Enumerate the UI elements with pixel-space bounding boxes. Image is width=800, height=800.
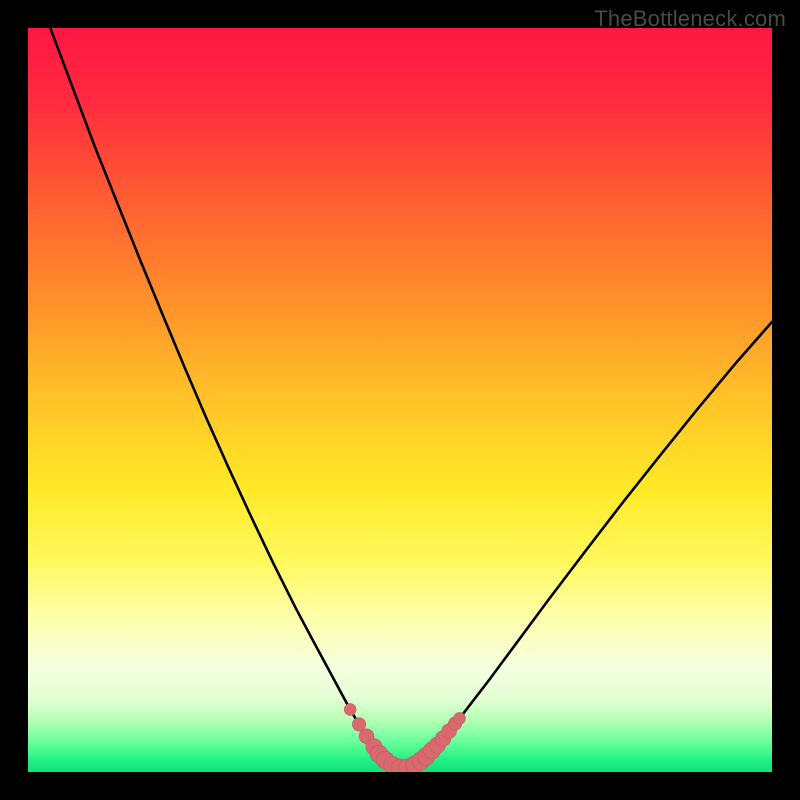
chart-svg: [28, 28, 772, 772]
marker-dot: [454, 712, 466, 724]
chart-frame: TheBottleneck.com: [0, 0, 800, 800]
marker-dot: [344, 704, 356, 716]
chart-plot-area: [28, 28, 772, 772]
watermark-text: TheBottleneck.com: [594, 6, 786, 32]
chart-background-gradient: [28, 28, 772, 772]
